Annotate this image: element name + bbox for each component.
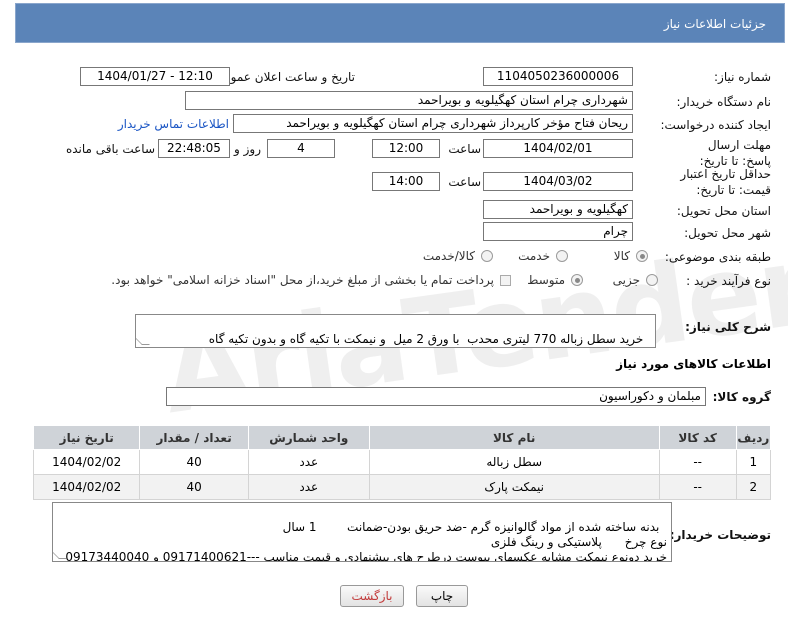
days-field: 4 [267,139,335,158]
remaining-time-field: 22:48:05 [158,139,230,158]
cell-qty: 40 [139,474,249,500]
col-row: ردیف [735,425,772,450]
process-option-minor[interactable]: جزیی [613,273,658,287]
cell-unit: عدد [247,449,370,475]
remaining-label: ساعت باقی مانده [65,142,155,156]
category-option-service[interactable]: خدمت [518,249,568,263]
radio-icon [556,250,568,262]
col-qty: تعداد / مقدار [139,425,249,450]
buyer-org-field: شهرداری چرام استان کهگیلویه و بویراحمد [185,91,633,110]
category-label: طبقه بندی موضوعی: [664,250,771,264]
cell-unit: عدد [247,474,370,500]
validity-date-field: 1404/03/02 [483,172,633,191]
validity-label: حداقل تاریخ اعتبار قیمت: تا تاریخ: [680,167,771,197]
buyer-org-label: نام دستگاه خریدار: [676,95,772,109]
creator-label: ایجاد کننده درخواست: [660,118,771,132]
table-row: 2 -- نیمکت پارک عدد 40 1404/02/02 [32,474,772,500]
cell-row: 2 [735,474,772,500]
resize-handle-icon[interactable] [136,337,150,345]
goods-group-field: مبلمان و دکوراسیون [166,387,706,406]
cell-date: 1404/02/02 [32,449,141,475]
creator-field: ریحان فتاح مؤخر کارپرداز شهرداری چرام اس… [233,114,633,133]
desc-text: خرید سطل زباله 770 لیتری محدب با ورق 2 م… [208,332,644,346]
need-number-field: 1104050236000006 [483,67,633,86]
buyer-notes-text: بدنه ساخته شده از مواد گالوانیزه گرم -ضد… [65,520,667,562]
buyer-notes-textarea[interactable]: بدنه ساخته شده از مواد گالوانیزه گرم -ضد… [52,502,672,562]
cell-name: نیمکت پارک [368,474,660,500]
deadline-label: مهلت ارسال پاسخ: تا تاریخ: [699,138,771,168]
city-field: چرام [483,222,633,241]
cell-row: 1 [735,449,772,475]
process-option-medium[interactable]: متوسط [527,273,583,287]
category-option-goods-service[interactable]: کالا/خدمت [423,249,493,263]
cell-name: سطل زباله [368,449,660,475]
col-name: نام کالا [368,425,660,450]
validity-time-label: ساعت [448,175,481,189]
page-title: جزئیات اطلاعات نیاز [15,3,785,43]
col-unit: واحد شمارش [247,425,370,450]
cell-code: -- [658,474,737,500]
city-label: شهر محل تحویل: [684,226,771,240]
need-number-label: شماره نیاز: [714,70,771,84]
payment-note-checkbox[interactable]: پرداخت تمام یا بخشی از مبلغ خرید،از محل … [111,273,511,287]
print-button[interactable]: چاپ [416,585,468,607]
back-button[interactable]: بازگشت [340,585,404,607]
radio-icon [646,274,658,286]
col-code: کد کالا [658,425,737,450]
cell-date: 1404/02/02 [32,474,141,500]
province-field: کهگیلویه و بویراحمد [483,200,633,219]
contact-info-link[interactable]: اطلاعات تماس خریدار [118,117,229,131]
days-label: روز و [234,142,261,156]
announce-field: 1404/01/27 - 12:10 [80,67,230,86]
radio-selected-icon [636,250,648,262]
buyer-notes-label: توضیحات خریدار: [669,528,771,542]
table-row: 1 -- سطل زباله عدد 40 1404/02/02 [32,449,772,475]
col-date: تاریخ نیاز [32,425,141,450]
goods-table: ردیف کد کالا نام کالا واحد شمارش تعداد /… [32,425,772,500]
province-label: استان محل تحویل: [676,204,771,218]
deadline-time-label: ساعت [448,142,481,156]
desc-label: شرح کلی نیاز: [685,320,771,334]
validity-time-field: 14:00 [372,172,440,191]
process-label: نوع فرآیند خرید : [686,274,771,288]
cell-code: -- [658,449,737,475]
announce-label: تاریخ و ساعت اعلان عمومی: [210,70,355,84]
category-option-goods[interactable]: کالا [614,249,648,263]
deadline-time-field: 12:00 [372,139,440,158]
desc-textarea[interactable]: خرید سطل زباله 770 لیتری محدب با ورق 2 م… [135,314,656,348]
deadline-date-field: 1404/02/01 [483,139,633,158]
radio-icon [481,250,493,262]
cell-qty: 40 [139,449,249,475]
checkbox-icon [500,274,511,286]
radio-selected-icon [571,274,583,286]
goods-group-label: گروه کالا: [712,390,771,404]
goods-section-title: اطلاعات کالاهای مورد نیاز [616,357,771,371]
